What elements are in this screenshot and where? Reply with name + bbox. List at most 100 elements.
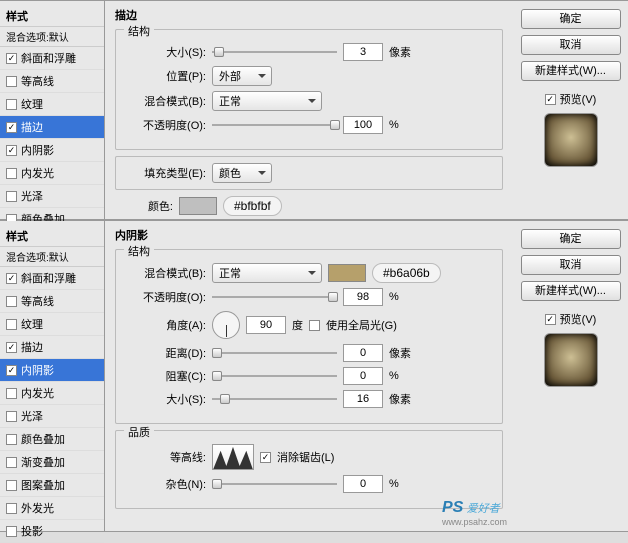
blend-select[interactable]: 正常 (212, 91, 322, 111)
sidebar-item[interactable]: 内发光 (0, 382, 104, 405)
style-checkbox[interactable] (6, 503, 17, 514)
sidebar-item[interactable]: 描边 (0, 116, 104, 139)
fill-type-label: 填充类型(E): (128, 165, 206, 181)
sidebar-item[interactable]: 内阴影 (0, 139, 104, 162)
sidebar-item[interactable]: 光泽 (0, 185, 104, 208)
antialias-checkbox[interactable] (260, 452, 271, 463)
style-checkbox[interactable] (6, 388, 17, 399)
sidebar-item[interactable]: 纹理 (0, 93, 104, 116)
right-column: 确定 取消 新建样式(W)... 预览(V) (513, 221, 628, 531)
opacity-slider[interactable] (212, 291, 337, 303)
noise-input[interactable] (343, 475, 383, 493)
contour-label: 等高线: (128, 449, 206, 465)
style-checkbox[interactable] (6, 191, 17, 202)
quality-label: 品质 (124, 424, 154, 440)
sidebar-item-label: 纹理 (21, 96, 43, 112)
blend-select[interactable]: 正常 (212, 263, 322, 283)
contour-picker[interactable] (212, 444, 254, 470)
opacity-label: 不透明度(O): (128, 117, 206, 133)
style-checkbox[interactable] (6, 76, 17, 87)
sidebar-item[interactable]: 图案叠加 (0, 474, 104, 497)
choke-slider[interactable] (212, 370, 337, 382)
sidebar-item[interactable]: 斜面和浮雕 (0, 47, 104, 70)
sidebar-item-label: 外发光 (21, 500, 54, 516)
blend-options[interactable]: 混合选项:默认 (0, 27, 104, 47)
global-light-checkbox[interactable] (309, 320, 320, 331)
distance-label: 距离(D): (128, 345, 206, 361)
style-checkbox[interactable] (6, 273, 17, 284)
color-hex: #bfbfbf (223, 196, 282, 216)
main-panel: 描边 结构 大小(S): 像素 位置(P): 外部 混合模式(B): 正常 不透… (105, 1, 513, 219)
sidebar-item[interactable]: 内发光 (0, 162, 104, 185)
sidebar-item[interactable]: 等高线 (0, 290, 104, 313)
distance-slider[interactable] (212, 347, 337, 359)
blend-options[interactable]: 混合选项:默认 (0, 247, 104, 267)
shadow-color-swatch[interactable] (328, 264, 366, 282)
preview-checkbox[interactable]: 预览(V) (545, 311, 597, 327)
preview-thumb (544, 113, 598, 167)
style-checkbox[interactable] (6, 296, 17, 307)
size-input[interactable] (343, 43, 383, 61)
sidebar-item[interactable]: 外发光 (0, 497, 104, 520)
position-select[interactable]: 外部 (212, 66, 272, 86)
styles-sidebar: 样式 混合选项:默认 斜面和浮雕等高线纹理描边内阴影内发光光泽颜色叠加 (0, 1, 105, 219)
style-checkbox[interactable] (6, 411, 17, 422)
style-checkbox[interactable] (6, 365, 17, 376)
sidebar-item[interactable]: 纹理 (0, 313, 104, 336)
sidebar-item[interactable]: 颜色叠加 (0, 428, 104, 451)
opacity-input[interactable] (343, 116, 383, 134)
watermark: PS 爱好者 www.psahz.com (442, 499, 507, 527)
choke-label: 阻塞(C): (128, 368, 206, 384)
size-slider[interactable] (212, 46, 337, 58)
sidebar-item[interactable]: 斜面和浮雕 (0, 267, 104, 290)
sidebar-item[interactable]: 光泽 (0, 405, 104, 428)
color-swatch[interactable] (179, 197, 217, 215)
ok-button[interactable]: 确定 (521, 9, 621, 29)
cancel-button[interactable]: 取消 (521, 35, 621, 55)
sidebar-item[interactable]: 渐变叠加 (0, 451, 104, 474)
opacity-slider[interactable] (212, 119, 337, 131)
style-checkbox[interactable] (6, 480, 17, 491)
style-checkbox[interactable] (6, 526, 17, 537)
ok-button[interactable]: 确定 (521, 229, 621, 249)
sidebar-item-label: 斜面和浮雕 (21, 270, 76, 286)
style-checkbox[interactable] (6, 319, 17, 330)
choke-input[interactable] (343, 367, 383, 385)
cancel-button[interactable]: 取消 (521, 255, 621, 275)
size-input[interactable] (343, 390, 383, 408)
sidebar-item-label: 内阴影 (21, 362, 54, 378)
sidebar-item-label: 描边 (21, 339, 43, 355)
styles-sidebar: 样式 混合选项:默认 斜面和浮雕等高线纹理描边内阴影内发光光泽颜色叠加渐变叠加图… (0, 221, 105, 531)
color-label: 颜色: (135, 198, 173, 214)
new-style-button[interactable]: 新建样式(W)... (521, 281, 621, 301)
sidebar-item[interactable]: 投影 (0, 520, 104, 543)
sidebar-item-label: 光泽 (21, 408, 43, 424)
sidebar-item[interactable]: 描边 (0, 336, 104, 359)
angle-input[interactable] (246, 316, 286, 334)
sidebar-item-label: 等高线 (21, 73, 54, 89)
distance-input[interactable] (343, 344, 383, 362)
fill-type-select[interactable]: 颜色 (212, 163, 272, 183)
style-checkbox[interactable] (6, 145, 17, 156)
style-checkbox[interactable] (6, 53, 17, 64)
angle-dial[interactable] (212, 311, 240, 339)
shadow-color-hex: #b6a06b (372, 263, 441, 283)
sidebar-item[interactable]: 等高线 (0, 70, 104, 93)
style-checkbox[interactable] (6, 434, 17, 445)
opacity-input[interactable] (343, 288, 383, 306)
panel-title: 描边 (115, 5, 503, 27)
sidebar-item-label: 等高线 (21, 293, 54, 309)
style-checkbox[interactable] (6, 99, 17, 110)
style-checkbox[interactable] (6, 122, 17, 133)
style-checkbox[interactable] (6, 457, 17, 468)
sidebar-item-label: 斜面和浮雕 (21, 50, 76, 66)
noise-slider[interactable] (212, 478, 337, 490)
style-checkbox[interactable] (6, 168, 17, 179)
size-unit: 像素 (389, 44, 411, 60)
style-checkbox[interactable] (6, 342, 17, 353)
new-style-button[interactable]: 新建样式(W)... (521, 61, 621, 81)
sidebar-item[interactable]: 内阴影 (0, 359, 104, 382)
sidebar-item-label: 纹理 (21, 316, 43, 332)
size-slider[interactable] (212, 393, 337, 405)
preview-checkbox[interactable]: 预览(V) (545, 91, 597, 107)
